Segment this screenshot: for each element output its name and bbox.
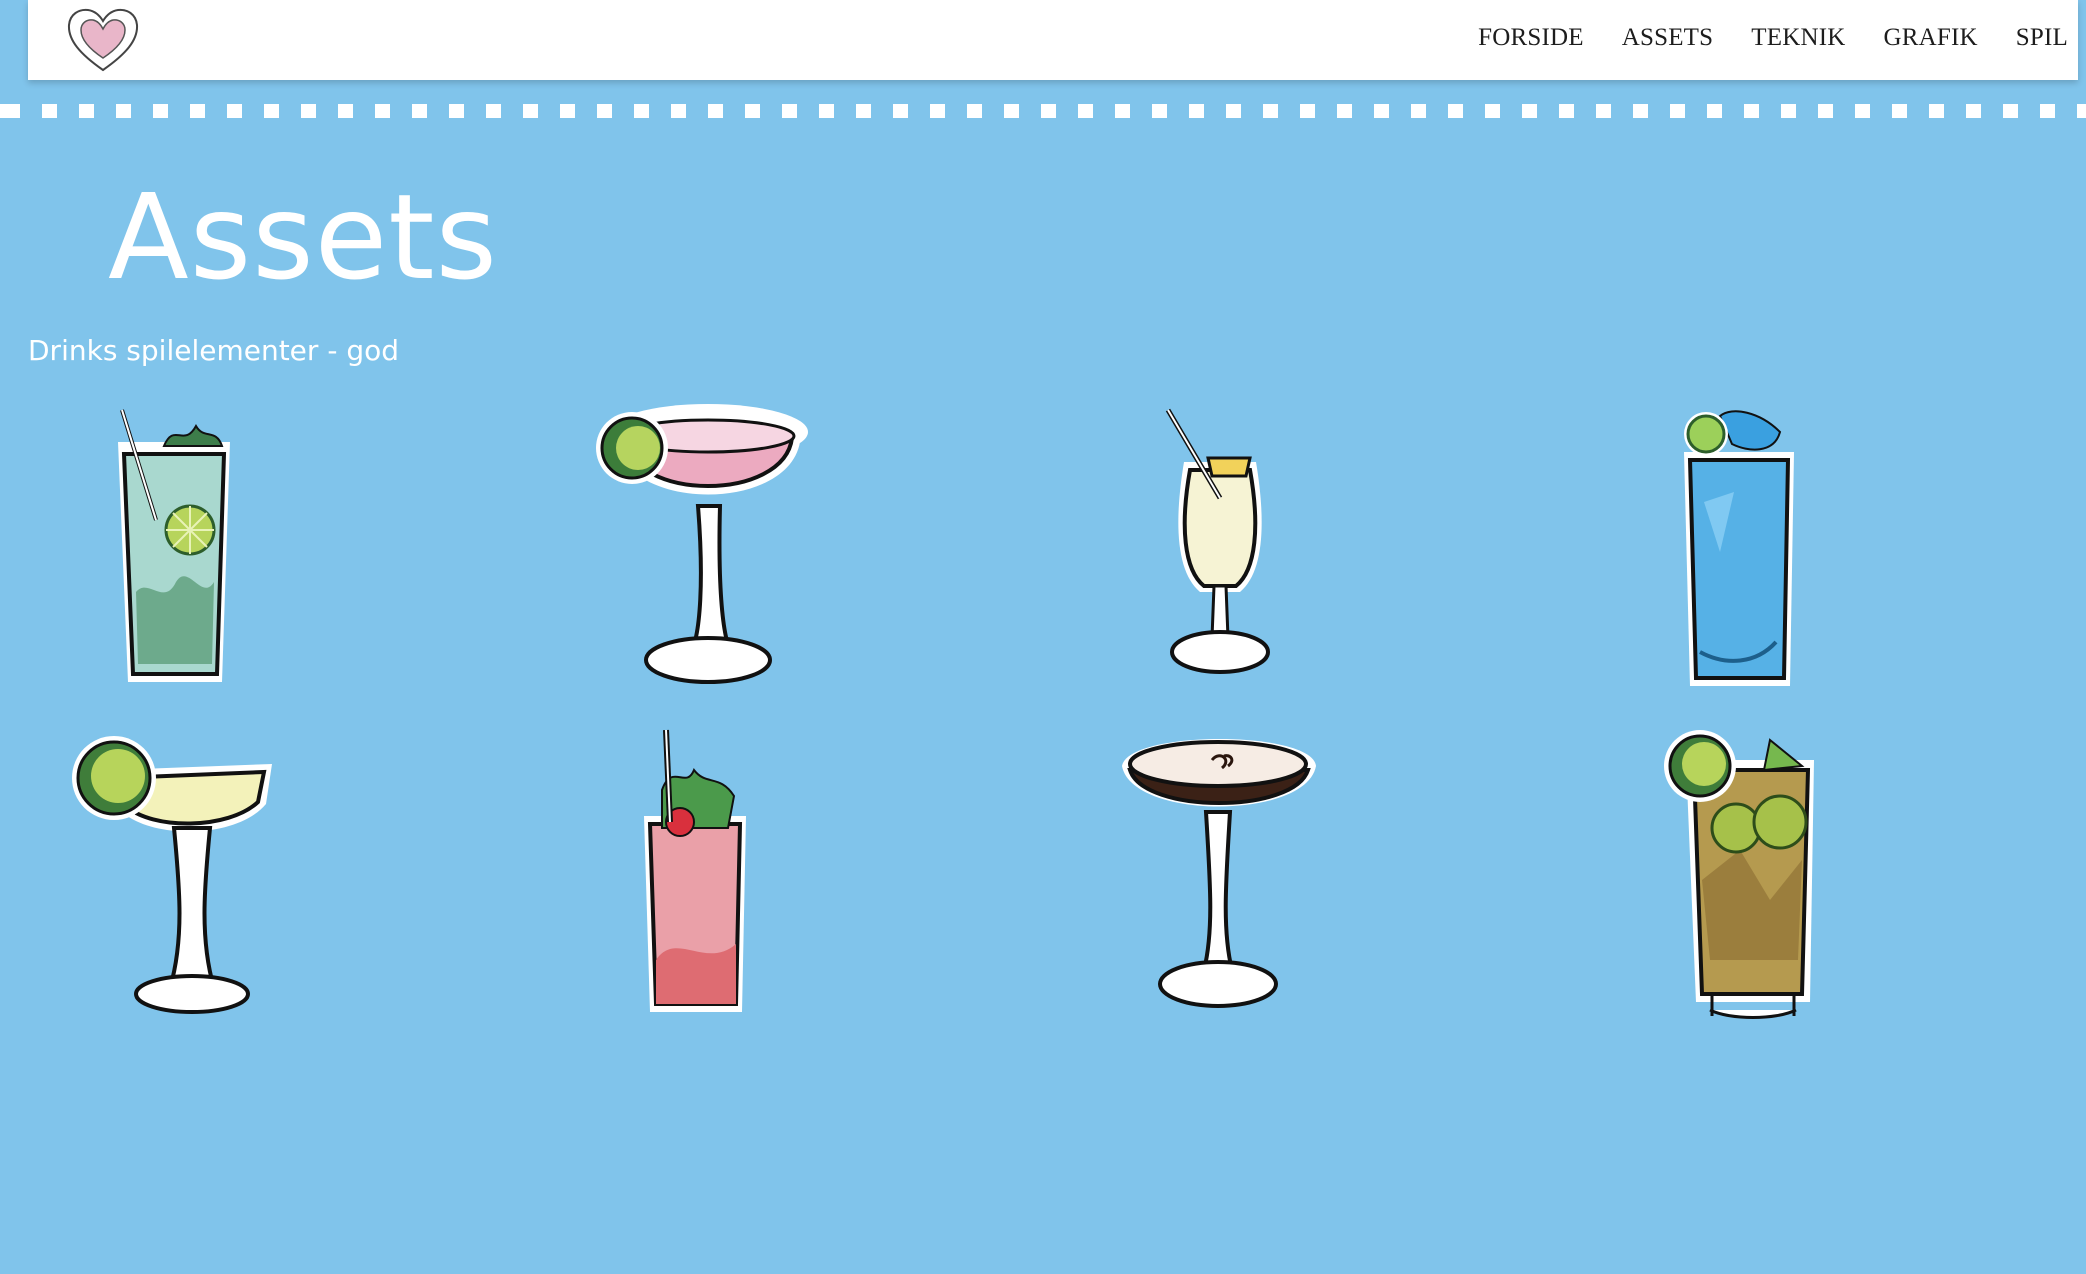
mojito-icon[interactable] <box>104 402 244 692</box>
pink-coupe-cocktail-icon[interactable] <box>588 402 808 692</box>
page-title: Assets <box>108 168 499 306</box>
nav-item-spil[interactable]: SPIL <box>2016 24 2068 52</box>
pina-colada-icon[interactable] <box>1160 402 1280 692</box>
section-label: Drinks spilelementer - god <box>28 334 399 367</box>
nav-item-grafik[interactable]: GRAFIK <box>1884 24 1978 52</box>
espresso-martini-icon[interactable] <box>1118 730 1318 1016</box>
dashed-divider <box>0 104 2086 118</box>
nav-item-forside[interactable]: FORSIDE <box>1478 24 1584 52</box>
strawberry-mojito-icon[interactable] <box>636 729 756 1016</box>
nav-item-teknik[interactable]: TEKNIK <box>1751 24 1845 52</box>
header-accent <box>0 0 28 80</box>
long-island-icon[interactable] <box>1660 730 1820 1019</box>
blue-highball-icon[interactable] <box>1676 402 1802 692</box>
heart-icon[interactable] <box>66 8 140 74</box>
main-nav: FORSIDE ASSETS TEKNIK GRAFIK SPIL <box>1478 0 2068 76</box>
margarita-icon[interactable] <box>66 730 276 1016</box>
top-header: FORSIDE ASSETS TEKNIK GRAFIK SPIL <box>28 0 2078 80</box>
nav-item-assets[interactable]: ASSETS <box>1622 24 1714 52</box>
